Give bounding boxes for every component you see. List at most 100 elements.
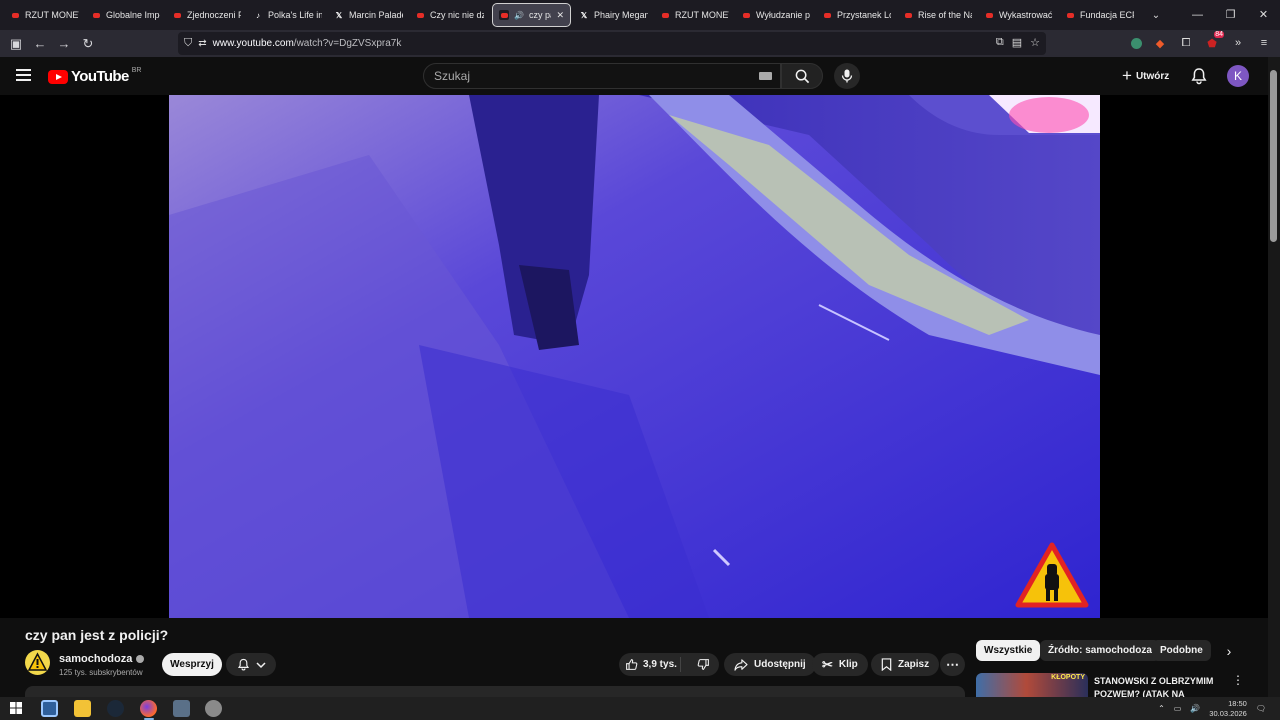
page-scrollbar-thumb[interactable] — [1270, 70, 1277, 242]
browser-tab[interactable]: Czy nic nie dzi — [409, 3, 490, 27]
share-label: Udostępnij — [754, 659, 806, 670]
account-avatar[interactable]: K — [1227, 65, 1249, 87]
verified-icon — [136, 655, 145, 663]
thumbs-down-icon — [697, 659, 709, 670]
clip-button[interactable]: ✂ Klip — [812, 653, 868, 676]
bell-icon — [237, 658, 249, 671]
recommended-video-title[interactable]: STANOWSKI Z OLBRZYMIM POZWEM? (ATAK NA — [1094, 675, 1224, 697]
more-horizontal-icon: ⋯ — [946, 656, 959, 672]
save-button[interactable]: Zapisz — [871, 653, 940, 676]
clock[interactable]: 18:50 30.03.2026 — [1209, 699, 1247, 719]
voice-search-button[interactable] — [834, 63, 860, 89]
extensions-puzzle-icon[interactable]: ⧠ — [1178, 33, 1194, 53]
channel-avatar[interactable] — [25, 650, 50, 675]
youtube-icon — [660, 10, 670, 20]
search-input[interactable]: Szukaj — [423, 63, 781, 89]
youtube-play-icon — [48, 69, 68, 84]
shield-icon[interactable]: ⛉ — [184, 37, 192, 50]
menu-icon[interactable]: ≡ — [1256, 33, 1272, 53]
dislike-button[interactable] — [687, 658, 719, 671]
minimize-icon[interactable]: — — [1181, 0, 1214, 30]
tab-list-chevron-icon[interactable]: ⌄ — [1146, 10, 1166, 21]
windows-start-icon[interactable] — [10, 702, 22, 714]
address-bar[interactable]: ⛉ ⇄ www.youtube.com/watch?v=DgZVSxpra7k … — [178, 32, 1046, 55]
more-vertical-icon[interactable]: ⋮ — [1232, 673, 1244, 687]
youtube-logo[interactable]: YouTube BR — [48, 67, 142, 85]
browser-tab[interactable]: Globalne Impe — [85, 3, 166, 27]
permissions-icon[interactable]: ⇄ — [198, 38, 206, 49]
youtube-icon — [10, 10, 20, 20]
speaker-icon[interactable]: 🔊 — [514, 11, 524, 20]
recommended-video-thumbnail[interactable]: KŁOPOTY — [976, 673, 1088, 698]
overflow-chevron-icon[interactable]: » — [1230, 33, 1246, 53]
channel-name-text: samochodoza — [59, 653, 133, 665]
video-content-image — [169, 95, 1100, 618]
country-code: BR — [131, 67, 142, 74]
keyboard-icon[interactable] — [759, 72, 772, 80]
reader-view-icon[interactable]: ▤ — [1012, 36, 1022, 49]
browser-tab[interactable]: Rise of the Na — [897, 3, 978, 27]
chip-related[interactable]: Podobne — [1152, 640, 1211, 661]
browser-tab-active[interactable]: 🔊czy pan✕ — [492, 3, 571, 27]
subscriber-count: 125 tys. subskrybentów — [59, 668, 143, 677]
browser-tab[interactable]: RZUT MONETA — [4, 3, 85, 27]
notification-center-icon[interactable]: 🗨 — [1256, 704, 1266, 713]
browser-tab[interactable]: Przystanek Lon — [816, 3, 897, 27]
chip-all[interactable]: Wszystkie — [976, 640, 1041, 661]
browser-tab[interactable]: Fundacja ECPU — [1059, 3, 1140, 27]
reload-icon[interactable]: ↻ — [76, 32, 100, 56]
tray-overflow-icon[interactable]: ⌃ — [1158, 704, 1165, 713]
bookmark-star-icon[interactable]: ☆ — [1030, 36, 1040, 49]
channel-name[interactable]: samochodoza — [59, 653, 145, 665]
steam-icon[interactable] — [107, 700, 124, 717]
channel-avatar-warning-icon — [27, 652, 48, 671]
app-icon[interactable] — [205, 700, 222, 717]
youtube-icon — [172, 10, 182, 20]
ublock-icon[interactable]: ⬟ 84 — [1204, 31, 1224, 53]
volume-icon[interactable]: 🔊 — [1190, 704, 1200, 713]
chevron-right-icon[interactable]: › — [1220, 642, 1238, 660]
youtube-icon — [984, 10, 994, 20]
share-button[interactable]: Udostępnij — [724, 653, 816, 676]
create-label: Utwórz — [1135, 70, 1170, 82]
picture-in-picture-icon[interactable]: ⧉ — [996, 36, 1004, 49]
notification-settings-button[interactable] — [226, 653, 276, 676]
browser-tab[interactable]: Wykastrować I — [978, 3, 1059, 27]
browser-nav-bar: ▣ ← → ↻ ⛉ ⇄ www.youtube.com/watch?v=DgZV… — [0, 30, 1280, 57]
browser-tab[interactable]: 𝕏 Marcin Palade — [328, 3, 409, 27]
youtube-icon — [1065, 10, 1075, 20]
thumbs-up-icon — [626, 659, 638, 670]
back-icon[interactable]: ← — [28, 32, 52, 56]
search-button[interactable] — [781, 63, 823, 89]
calculator-icon[interactable] — [173, 700, 190, 717]
notifications-bell-icon[interactable] — [1190, 67, 1208, 85]
close-tab-icon[interactable]: ✕ — [556, 10, 564, 21]
bookmark-icon — [881, 658, 892, 671]
chip-from-channel[interactable]: Źródło: samochodoza — [1040, 640, 1160, 661]
address-bar-actions: ⧉ ▤ ☆ — [996, 36, 1040, 49]
sidebar-toggle-icon[interactable]: ▣ — [4, 32, 28, 56]
chip-label: Źródło: samochodoza — [1048, 645, 1152, 656]
browser-tab[interactable]: Zjednoczeni Pr — [166, 3, 247, 27]
browser-tab[interactable]: ♪ Polka's Life in — [247, 3, 328, 27]
guide-menu-icon[interactable] — [16, 69, 31, 81]
fox-extension-icon[interactable]: ◆ — [1152, 33, 1168, 53]
task-view-icon[interactable] — [41, 700, 58, 717]
video-frame[interactable] — [169, 95, 1100, 618]
like-button[interactable]: 3,9 tys. — [619, 657, 682, 672]
privacy-extension-icon[interactable] — [1131, 37, 1142, 49]
network-icon[interactable]: ▭ — [1174, 704, 1182, 713]
support-button[interactable]: Wesprzyj — [162, 653, 222, 676]
browser-tab[interactable]: Wyłudzanie pie — [735, 3, 816, 27]
browser-tab[interactable]: RZUT MONETA — [654, 3, 735, 27]
close-window-icon[interactable]: ✕ — [1247, 0, 1280, 30]
restore-icon[interactable]: ❐ — [1214, 0, 1247, 30]
create-button[interactable]: + Utwórz — [1116, 64, 1175, 88]
youtube-icon — [741, 10, 751, 20]
browser-tab[interactable]: 𝕏 Phairy Megan — [573, 3, 654, 27]
file-explorer-icon[interactable] — [74, 700, 91, 717]
forward-icon[interactable]: → — [52, 32, 76, 56]
more-actions-button[interactable]: ⋯ — [940, 653, 965, 676]
youtube-icon — [903, 10, 913, 20]
firefox-icon[interactable] — [140, 700, 157, 717]
